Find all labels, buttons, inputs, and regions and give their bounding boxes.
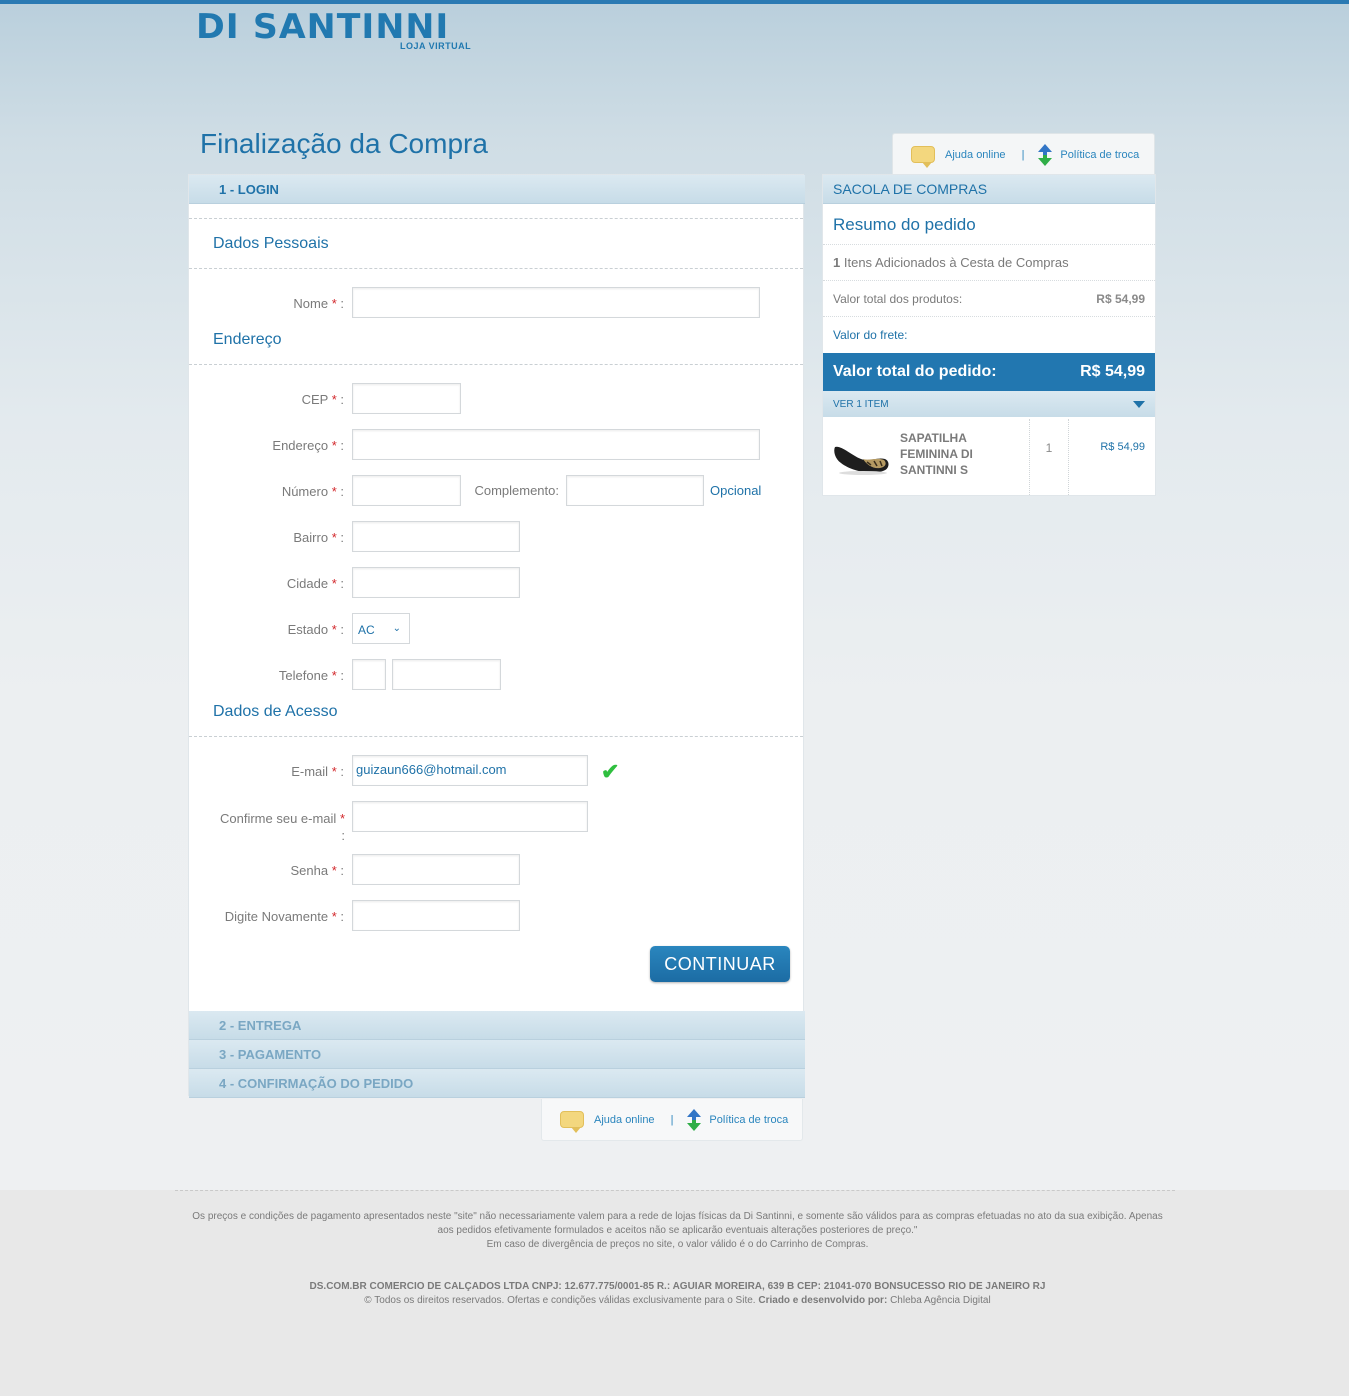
continue-button[interactable]: CONTINUAR (650, 946, 790, 982)
shipping-row: Valor do frete: (823, 317, 1155, 353)
shopping-bag-panel: SACOLA DE COMPRAS Resumo do pedido 1 Ite… (822, 174, 1156, 496)
step-pagamento[interactable]: 3 - PAGAMENTO (189, 1040, 805, 1069)
cep-input[interactable] (352, 383, 461, 414)
step-entrega[interactable]: 2 - ENTREGA (189, 1011, 805, 1040)
cart-title: SACOLA DE COMPRAS (823, 175, 1155, 204)
products-total-row: Valor total dos produtos: R$ 54,99 (823, 281, 1155, 317)
top-accent-line (0, 0, 1349, 4)
exchange-policy-link[interactable]: Política de troca (709, 1114, 788, 1126)
rights-text: © Todos os direitos reservados. Ofertas … (364, 1295, 756, 1306)
view-items-toggle[interactable]: VER 1 ITEM (823, 391, 1155, 417)
confirm-email-input[interactable] (352, 801, 588, 832)
rights-line: © Todos os direitos reservados. Ofertas … (190, 1294, 1165, 1308)
page-title: Finalização da Compra (200, 128, 488, 159)
product-quantity: 1 (1029, 419, 1069, 495)
order-total-value: R$ 54,99 (1080, 363, 1145, 380)
step-login[interactable]: 1 - LOGIN (189, 175, 805, 204)
estado-label: Estado * : (287, 622, 344, 637)
telefone-label: Telefone * : (278, 668, 344, 683)
help-separator: | (1021, 148, 1025, 161)
numero-label: Número * : (281, 484, 344, 499)
order-total-bar: Valor total do pedido: R$ 54,99 (823, 353, 1155, 391)
company-info: DS.COM.BR COMERCIO DE CALÇADOS LTDA CNPJ… (309, 1281, 1046, 1292)
logo-brand: DI SANTINNI (196, 7, 450, 47)
bairro-input[interactable] (352, 521, 520, 552)
product-thumbnail[interactable] (833, 435, 891, 477)
help-links-top: Ajuda online | Política de troca (892, 133, 1155, 175)
section-address: Endereço (213, 331, 282, 348)
email-input[interactable]: guizaun666@hotmail.com (352, 755, 588, 786)
cep-label: CEP * : (301, 392, 344, 407)
complemento-label: Complemento: (474, 483, 559, 498)
exchange-arrows-icon (1038, 143, 1053, 166)
complemento-input[interactable] (566, 475, 704, 506)
help-separator: | (670, 1113, 674, 1126)
cidade-label: Cidade * : (286, 576, 344, 591)
items-added-text: Itens Adicionados à Cesta de Compras (843, 255, 1069, 270)
check-valid-icon: ✔ (601, 759, 620, 784)
logo-subtitle: LOJA VIRTUAL (400, 41, 472, 51)
chevron-down-icon: ⌄ (392, 623, 401, 634)
items-added-row: 1 Itens Adicionados à Cesta de Compras (823, 245, 1155, 281)
shipping-label: Valor do frete: (833, 328, 908, 342)
help-online-link[interactable]: Ajuda online (945, 149, 1006, 161)
footer-legal: DS.COM.BR COMERCIO DE CALÇADOS LTDA CNPJ… (190, 1280, 1165, 1308)
section-personal-data: Dados Pessoais (213, 235, 329, 252)
help-online-link[interactable]: Ajuda online (594, 1114, 655, 1126)
product-price: R$ 54,99 (1100, 441, 1145, 453)
divider (189, 364, 803, 365)
created-by-label: Criado e desenvolvido por: (758, 1295, 888, 1306)
digite-novamente-label: Digite Novamente * : (224, 909, 344, 924)
exchange-arrows-icon (687, 1108, 702, 1131)
bairro-label: Bairro * : (293, 530, 344, 545)
senha-input[interactable] (352, 854, 520, 885)
logo[interactable]: DI SANTINNI LOJA VIRTUAL (196, 10, 496, 56)
divider (189, 268, 803, 269)
numero-input[interactable] (352, 475, 461, 506)
agency-link[interactable]: Chleba Agência Digital (890, 1295, 991, 1306)
confirm-email-label: Confirme seu e-mail *: (219, 811, 345, 843)
estado-select[interactable]: AC ⌄ (352, 613, 410, 644)
triangle-down-icon (1133, 401, 1145, 408)
email-label: E-mail * : (291, 764, 344, 779)
product-name[interactable]: SAPATILHA FEMININA DI SANTINNI S (900, 430, 1020, 478)
view-items-label: VER 1 ITEM (833, 399, 889, 410)
opcional-note: Opcional (710, 483, 762, 498)
order-summary-title: Resumo do pedido (823, 204, 1155, 245)
footer-disclaimer: Os preços e condições de pagamento apres… (190, 1210, 1165, 1252)
checkout-form-panel: 1 - LOGIN Dados Pessoais Nome * : Endere… (188, 174, 805, 1098)
disclaimer-note: Em caso de divergência de preços no site… (486, 1239, 869, 1250)
divider (189, 736, 803, 737)
endereco-input[interactable] (352, 429, 760, 460)
divider (189, 218, 803, 219)
footer: Os preços e condições de pagamento apres… (0, 1190, 1349, 1396)
chat-bubble-icon (911, 146, 935, 168)
help-links-bottom: Ajuda online | Política de troca (541, 1099, 803, 1141)
endereco-label: Endereço * : (272, 438, 344, 453)
products-total-label: Valor total dos produtos: (833, 292, 963, 306)
cart-item-row: SAPATILHA FEMININA DI SANTINNI S 1 R$ 54… (823, 419, 1155, 495)
products-total-value: R$ 54,99 (1096, 292, 1145, 306)
footer-divider (175, 1190, 1175, 1191)
step-confirmacao[interactable]: 4 - CONFIRMAÇÃO DO PEDIDO (189, 1069, 805, 1098)
nome-label: Nome * : (293, 296, 344, 311)
senha-label: Senha * : (290, 863, 344, 878)
section-access-data: Dados de Acesso (213, 703, 338, 720)
estado-selected-value: AC (358, 623, 375, 637)
cidade-input[interactable] (352, 567, 520, 598)
nome-input[interactable] (352, 287, 760, 318)
exchange-policy-link[interactable]: Política de troca (1060, 149, 1139, 161)
order-total-label: Valor total do pedido: (833, 363, 997, 380)
disclaimer-text: Os preços e condições de pagamento apres… (192, 1211, 1163, 1236)
chat-bubble-icon (560, 1111, 584, 1133)
telefone-number-input[interactable] (392, 659, 501, 690)
telefone-ddd-input[interactable] (352, 659, 386, 690)
senha-confirm-input[interactable] (352, 900, 520, 931)
items-count: 1 (833, 255, 841, 270)
